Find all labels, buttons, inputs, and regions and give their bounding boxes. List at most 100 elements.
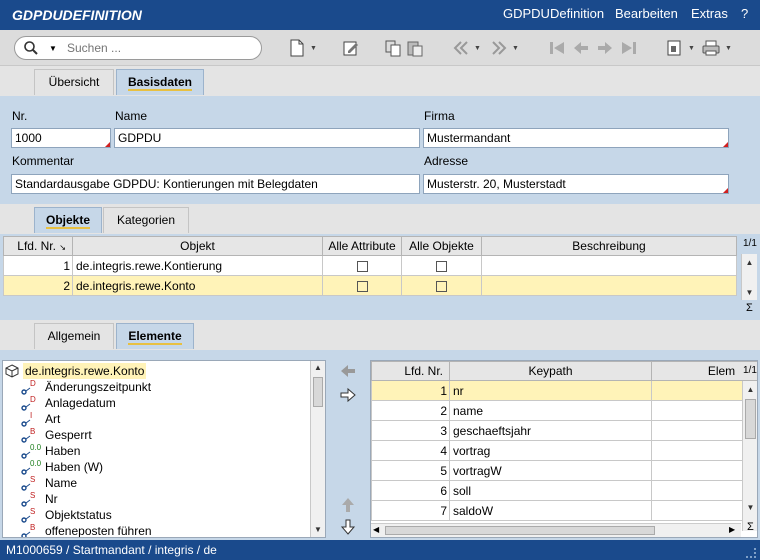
attribute-type-letter: B	[30, 427, 36, 436]
new-doc-icon[interactable]	[288, 39, 306, 57]
cell-keypath[interactable]: vortragW	[449, 460, 652, 481]
attribute-type-letter: S	[30, 507, 36, 516]
next-record-icon[interactable]	[596, 39, 614, 57]
move-up-icon[interactable]	[339, 496, 357, 514]
cell-beschreibung[interactable]	[481, 255, 737, 276]
cell-keypath[interactable]: saldoW	[449, 500, 652, 521]
table-row[interactable]: 6 soll	[371, 480, 757, 501]
search-input[interactable]	[67, 40, 247, 56]
move-down-icon[interactable]	[339, 518, 357, 536]
cell-objekt[interactable]: de.integris.rewe.Konto	[72, 275, 323, 296]
copy-icon[interactable]	[384, 39, 402, 57]
scroll-down-icon[interactable]: ▼	[743, 501, 757, 515]
elements-scrollbar[interactable]: ▲ ▼	[742, 381, 757, 531]
cell-keypath[interactable]: name	[449, 400, 652, 421]
forward-dropdown-icon[interactable]: ▼	[512, 45, 519, 52]
name-field[interactable]: GDPDU	[114, 128, 420, 148]
tab-allgemein[interactable]: Allgemein	[34, 323, 114, 349]
print-icon[interactable]	[702, 39, 720, 57]
table-row[interactable]: 4 vortrag	[371, 440, 757, 461]
alle-attribute-checkbox[interactable]	[356, 280, 368, 292]
paste-icon[interactable]	[406, 39, 424, 57]
tree-scrollbar[interactable]: ▲ ▼	[310, 361, 325, 537]
name-label: Name	[115, 109, 148, 123]
cell-keypath[interactable]: soll	[449, 480, 652, 501]
col-alle-attribute[interactable]: Alle Attribute	[322, 236, 402, 256]
table-row[interactable]: 1 de.integris.rewe.Kontierung	[3, 255, 737, 276]
scroll-up-icon[interactable]: ▲	[742, 256, 757, 270]
alle-objekte-checkbox[interactable]	[436, 260, 447, 272]
tab-elemente[interactable]: Elemente	[116, 323, 194, 349]
menu-extras[interactable]: Extras	[691, 6, 728, 21]
edit-icon[interactable]	[342, 39, 360, 57]
table-row[interactable]: 3 geschaeftsjahr	[371, 420, 757, 441]
col-beschreibung[interactable]: Beschreibung	[481, 236, 737, 256]
cell-keypath[interactable]: vortrag	[449, 440, 652, 461]
print-dropdown-icon[interactable]: ▼	[725, 45, 732, 52]
resize-grip[interactable]	[746, 548, 756, 558]
scroll-right-icon[interactable]: ▶	[729, 525, 735, 534]
alle-objekte-checkbox[interactable]	[436, 280, 447, 292]
scroll-up-icon[interactable]: ▲	[743, 383, 757, 397]
firma-field[interactable]: Mustermandant	[423, 128, 729, 148]
scroll-thumb[interactable]	[385, 526, 655, 535]
menu-bearbeiten[interactable]: Bearbeiten	[615, 6, 678, 21]
tree-item-label: Haben (W)	[45, 460, 104, 474]
tab-kategorien[interactable]: Kategorien	[103, 207, 189, 233]
table-row[interactable]: 2 name	[371, 400, 757, 421]
cell-alle-attribute	[322, 255, 402, 276]
alle-attribute-checkbox[interactable]	[356, 260, 368, 272]
kommentar-field[interactable]: Standardausgabe GDPDU: Kontierungen mit …	[11, 174, 420, 194]
col-keypath[interactable]: Keypath	[449, 361, 652, 381]
objects-sum-icon[interactable]: Σ	[746, 302, 753, 314]
tab-basisdaten[interactable]: Basisdaten	[116, 69, 204, 95]
new-doc-dropdown-icon[interactable]: ▼	[310, 45, 317, 52]
col-lfd-nr[interactable]: Lfd. Nr. ↘	[3, 236, 73, 256]
elements-hscrollbar[interactable]: ◀ ▶	[371, 523, 741, 537]
add-element-icon[interactable]	[339, 386, 357, 404]
scroll-down-icon[interactable]: ▼	[311, 523, 325, 537]
back-dropdown-icon[interactable]: ▼	[474, 45, 481, 52]
scroll-left-icon[interactable]: ◀	[373, 525, 379, 534]
adresse-field[interactable]: Musterstr. 20, Musterstadt	[423, 174, 729, 194]
last-record-icon[interactable]	[620, 39, 638, 57]
prev-record-icon[interactable]	[572, 39, 590, 57]
attribute-type-letter: D	[30, 379, 36, 388]
scroll-thumb[interactable]	[313, 377, 323, 407]
scroll-thumb[interactable]	[745, 399, 756, 439]
remove-element-icon[interactable]	[339, 362, 357, 380]
table-row-selected[interactable]: 2 de.integris.rewe.Konto	[3, 275, 737, 296]
cell-nr: 2	[3, 275, 73, 296]
search-dropdown-icon[interactable]: ▼	[49, 44, 57, 53]
back-double-icon[interactable]	[452, 39, 470, 57]
cell-objekt[interactable]: de.integris.rewe.Kontierung	[72, 255, 323, 276]
search-box[interactable]: ▼	[14, 36, 262, 60]
elements-sum-icon[interactable]: Σ	[747, 521, 754, 533]
table-row[interactable]: 7 saldoW	[371, 500, 757, 521]
scroll-up-icon[interactable]: ▲	[311, 361, 325, 375]
table-row[interactable]: 5 vortragW	[371, 460, 757, 481]
table-row[interactable]: 1 nr	[371, 380, 757, 401]
tab-uebersicht[interactable]: Übersicht	[34, 69, 114, 95]
cell-keypath[interactable]: geschaeftsjahr	[449, 420, 652, 441]
forward-double-icon[interactable]	[490, 39, 508, 57]
scroll-down-icon[interactable]: ▼	[742, 286, 757, 300]
view-icon[interactable]	[666, 39, 684, 57]
elements-grid: Lfd. Nr. Keypath Elem 1 nr 2 name 3 geschaeft…	[370, 360, 758, 538]
nr-field[interactable]: 1000	[11, 128, 111, 148]
first-record-icon[interactable]	[548, 39, 566, 57]
cell-keypath[interactable]: nr	[449, 380, 652, 401]
search-icon[interactable]	[23, 40, 39, 56]
menu-help[interactable]: ?	[741, 6, 748, 21]
attribute-type-icon: B	[21, 523, 37, 537]
menu-gdpdudefinition[interactable]: GDPDUDefinition	[503, 6, 604, 21]
objects-scrollbar[interactable]: ▲ ▼	[741, 254, 757, 300]
col-lfd-nr[interactable]: Lfd. Nr.	[371, 361, 450, 381]
view-dropdown-icon[interactable]: ▼	[688, 45, 695, 52]
tab-objekte[interactable]: Objekte	[34, 207, 102, 233]
col-objekt[interactable]: Objekt	[72, 236, 323, 256]
col-alle-objekte[interactable]: Alle Objekte	[401, 236, 482, 256]
cell-nr: 3	[371, 420, 450, 441]
elements-table: Lfd. Nr. Keypath Elem 1 nr 2 name 3 geschaeft…	[371, 361, 757, 521]
cell-beschreibung[interactable]	[481, 275, 737, 296]
